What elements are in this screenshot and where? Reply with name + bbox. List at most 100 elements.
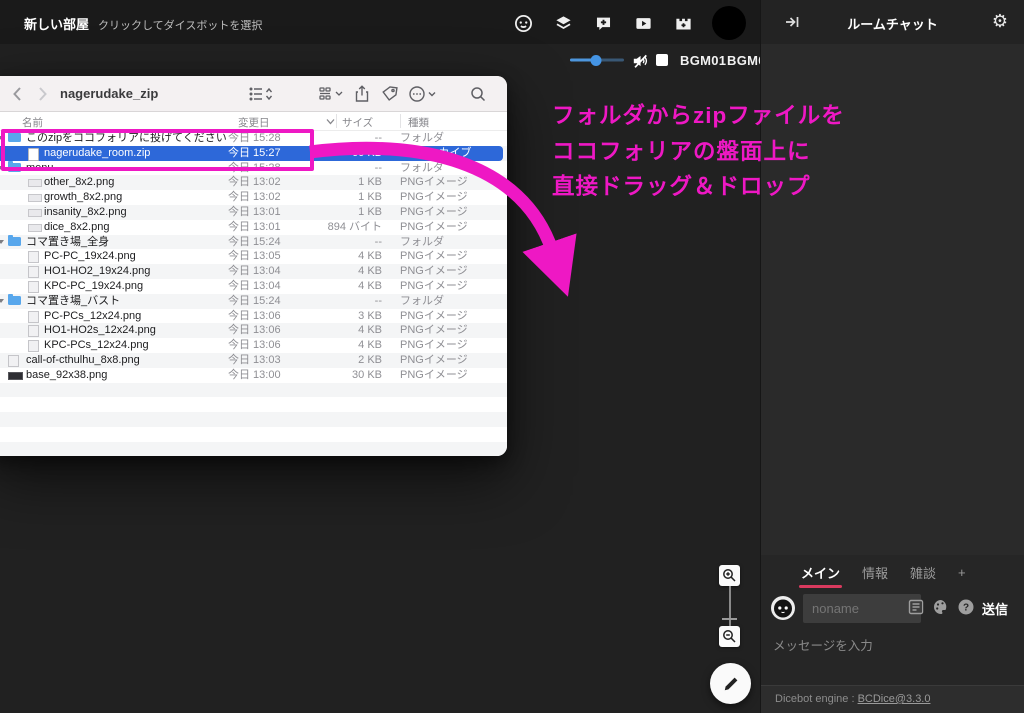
file-size: 4 KB [322,280,382,293]
column-name[interactable]: 名前 [22,115,43,130]
file-name: PC-PC_19x24.png [44,250,136,263]
edit-pencil-button[interactable] [710,663,751,704]
magnifier-minus-icon[interactable] [719,626,740,647]
gear-icon[interactable]: ⚙ [992,11,1008,31]
bgm1-button[interactable]: BGM01 [680,53,726,68]
file-name: PC-PCs_12x24.png [44,310,141,323]
file-kind: ZIPアーカイブ [400,147,471,160]
file-kind: フォルダ [400,162,444,175]
img-icon [8,355,19,367]
layers-icon[interactable] [552,12,574,34]
send-button[interactable]: 送信 [976,598,1014,619]
bgm-bar: BGM01 BGM02 [0,44,760,76]
finder-file-row[interactable]: PC-PC_19x24.png 今日 13:05 4 KB PNGイメージ [0,249,507,264]
finder-file-row[interactable]: HO1-HO2_19x24.png 今日 13:04 4 KB PNGイメージ [0,264,507,279]
mute-speaker-icon[interactable] [631,52,649,70]
top-icon-row [512,6,746,40]
chat-panel-header: ルームチャット ⚙ [761,0,1024,44]
color-palette-icon[interactable] [932,598,952,618]
file-name: other_8x2.png [44,176,114,189]
finder-file-row[interactable]: コマ置き場_全身 今日 15:24 -- フォルダ [0,235,507,250]
finder-empty-row [0,383,507,398]
finder-file-row[interactable]: other_8x2.png 今日 13:02 1 KB PNGイメージ [0,175,507,190]
finder-file-row[interactable]: insanity_8x2.png 今日 13:01 1 KB PNGイメージ [0,205,507,220]
help-icon[interactable]: ? [957,598,977,618]
finder-file-row[interactable]: KPC-PCs_12x24.png 今日 13:06 4 KB PNGイメージ [0,338,507,353]
finder-file-row[interactable]: dice_8x2.png 今日 13:01 894 バイト PNGイメージ [0,220,507,235]
file-date: 今日 13:06 [228,339,281,352]
file-name: HO1-HO2_19x24.png [44,265,150,278]
file-kind: フォルダ [400,295,444,308]
file-name: insanity_8x2.png [44,206,127,219]
file-name: base_92x38.png [26,369,107,382]
scene-plus-icon[interactable] [672,12,694,34]
chat-tab-2[interactable]: 雑談 [910,555,936,590]
screen-play-icon[interactable] [632,12,654,34]
file-size: -- [322,295,382,308]
file-size: 3 KB [322,310,382,323]
list-view-icon[interactable] [248,84,270,104]
message-input-placeholder[interactable]: メッセージを入力 [773,635,873,654]
chat-tab-0[interactable]: メイン [801,555,840,590]
cutin-bubble-plus-icon[interactable] [592,12,614,34]
more-ellipsis-icon[interactable] [408,84,430,104]
finder-empty-row [0,442,507,456]
column-date[interactable]: 変更日 [238,115,270,130]
finder-window-title: nagerudake_zip [60,86,158,101]
chat-tab-1[interactable]: 情報 [862,555,888,590]
file-kind: PNGイメージ [400,354,468,367]
back-chevron-icon[interactable] [8,84,28,104]
volume-slider[interactable] [570,59,624,62]
finder-file-row[interactable]: HO1-HO2s_12x24.png 今日 13:06 4 KB PNGイメージ [0,323,507,338]
face-avatar-icon[interactable] [770,595,796,621]
file-size: 60 KB [322,147,382,160]
finder-file-row[interactable]: call-of-cthulhu_8x8.png 今日 13:03 2 KB PN… [0,353,507,368]
zoom-slider-handle[interactable] [722,618,737,620]
file-date: 今日 13:03 [228,354,281,367]
volume-knob[interactable] [590,55,601,66]
chat-input-row: ? 送信 [761,591,1024,627]
zoom-slider-track[interactable] [729,586,731,626]
disclosure-chevron-icon[interactable] [0,299,4,303]
share-icon[interactable] [352,84,374,104]
group-view-icon[interactable] [318,84,340,104]
character-name-input[interactable] [803,594,921,623]
room-avatar[interactable] [712,6,746,40]
column-kind[interactable]: 種類 [408,115,429,130]
disclosure-chevron-icon[interactable] [0,240,4,244]
annotation-line: 直接ドラッグ＆ドロップ [552,169,845,205]
file-kind: PNGイメージ [400,191,468,204]
annotation-line: ココフォリアの盤面上に [552,134,845,170]
character-face-icon[interactable] [512,12,534,34]
tag-icon[interactable] [380,84,402,104]
finder-file-row[interactable]: コマ置き場_バスト 今日 15:24 -- フォルダ [0,294,507,309]
file-name: call-of-cthulhu_8x8.png [26,354,140,367]
finder-file-row[interactable]: base_92x38.png 今日 13:00 30 KB PNGイメージ [0,368,507,383]
folder-icon [8,296,21,305]
room-subtitle: クリックしてダイスボットを選択 [98,17,262,33]
file-date: 今日 15:24 [228,295,281,308]
file-size: -- [322,236,382,249]
file-date: 今日 13:05 [228,250,281,263]
file-kind: PNGイメージ [400,310,468,323]
file-kind: PNGイメージ [400,280,468,293]
file-kind: PNGイメージ [400,369,468,382]
add-tab-button[interactable]: + [958,557,966,588]
stop-button[interactable] [656,54,668,66]
room-name-button[interactable]: 新しい部屋 クリックしてダイスボットを選択 [24,14,262,33]
dicebot-engine-link[interactable]: BCDice@3.3.0 [858,693,931,705]
finder-file-row[interactable]: growth_8x2.png 今日 13:02 1 KB PNGイメージ [0,190,507,205]
file-name: KPC-PC_19x24.png [44,280,143,293]
forward-chevron-icon[interactable] [32,84,52,104]
column-size[interactable]: サイズ [342,115,373,130]
folder-icon [8,237,21,246]
column-separator[interactable] [400,114,401,128]
column-separator[interactable] [336,114,337,128]
finder-file-row[interactable]: PC-PCs_12x24.png 今日 13:06 3 KB PNGイメージ [0,309,507,324]
search-icon[interactable] [468,84,490,104]
chat-palette-icon[interactable] [907,598,927,618]
magnifier-plus-icon[interactable] [719,565,740,586]
room-name: 新しい部屋 [24,14,89,33]
finder-file-row[interactable]: KPC-PC_19x24.png 今日 13:04 4 KB PNGイメージ [0,279,507,294]
pencil-icon [722,675,740,693]
